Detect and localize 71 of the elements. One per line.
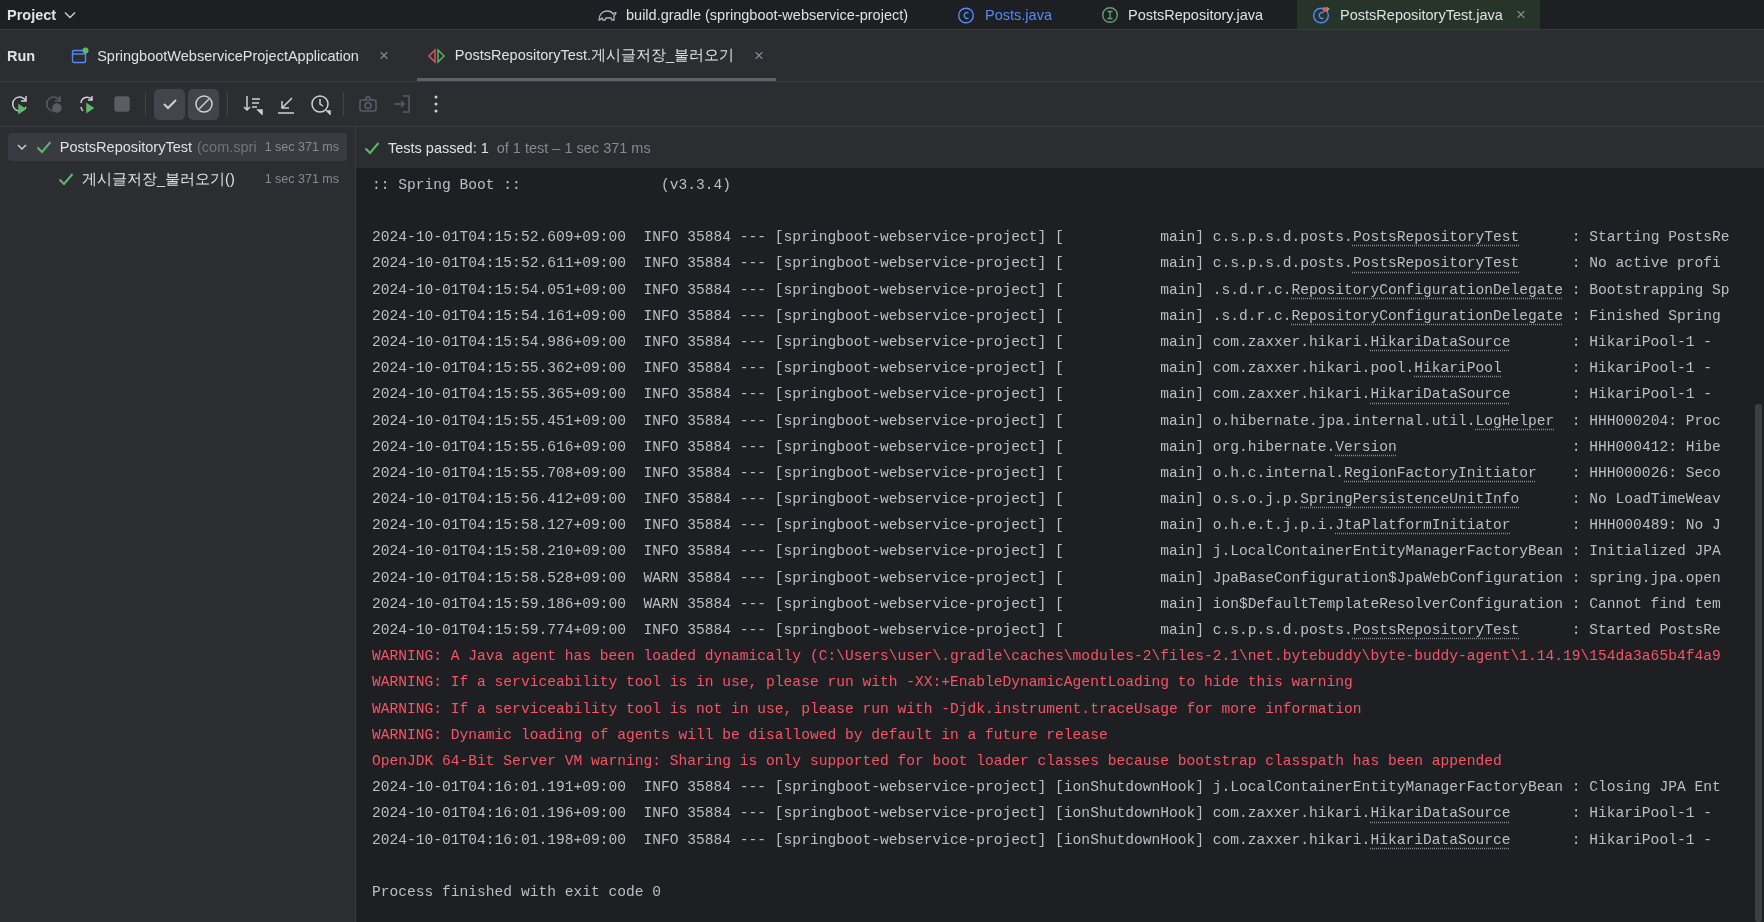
package-name: (com.spri — [197, 139, 257, 155]
log-line: 2024-10-01T04:15:59.774+09:00 INFO 35884 --- [springboot-webservice-project] [ main] c.s.p.s.d.posts.PostsRepositoryTest : Started PostsRe — [372, 621, 1721, 640]
log-line: 2024-10-01T04:15:55.365+09:00 INFO 35884 --- [springboot-webservice-project] [ main] com.zaxxer.hikari.HikariDataSource : HikariPool-1 - — [372, 385, 1712, 405]
close-icon[interactable]: × — [1515, 4, 1526, 25]
run-tab[interactable]: SpringbootWebserviceProjectApplication × — [71, 30, 401, 81]
editor-tab[interactable]: PostsRepository.java — [1086, 0, 1278, 29]
warning-line: OpenJDK 64-Bit Server VM warning: Sharing is only supported for boot loader classes because bootstrap classpath has been appended — [372, 751, 1502, 771]
duration-label: 1 sec 371 ms — [264, 140, 339, 154]
exit-line: Process finished with exit code 0 — [372, 882, 661, 902]
tree-row[interactable]: 게시글저장_불러오기() 1 sec 371 ms — [8, 165, 347, 193]
log-line: 2024-10-01T04:15:55.362+09:00 INFO 35884 --- [springboot-webservice-project] [ main] com.zaxxer.hikari.pool.HikariPool : HikariPool-1 - — [372, 359, 1712, 379]
test-class-name: PostsRepositoryTest — [59, 139, 193, 155]
log-line: 2024-10-01T04:15:58.528+09:00 WARN 35884 --- [springboot-webservice-project] [ main] JpaBaseConfiguration$JpaWebConfiguration : spring.jpa.open — [372, 568, 1721, 588]
editor-tab[interactable]: PostsRepositoryTest.java × — [1297, 0, 1540, 29]
log-line: 2024-10-01T04:15:54.051+09:00 INFO 35884 --- [springboot-webservice-project] [ main] .s.d.r.c.RepositoryConfigurationDelegate : Bootstrapping Sp — [372, 280, 1730, 300]
class-link[interactable]: PostsRepositoryTest — [1352, 255, 1520, 272]
checkmark-icon[interactable] — [154, 88, 185, 120]
status-detail: of 1 test – 1 sec 371 ms — [496, 139, 651, 156]
tree-row[interactable]: PostsRepositoryTest (com.spri 1 sec 371 ms — [8, 133, 347, 161]
warning-line: WARNING: Dynamic loading of agents will be disallowed by default in a future release — [372, 725, 1108, 745]
warning-line: WARNING: If a serviceability tool is in use, please run with -XX:+EnableDynamicAgentLoading to hide this warning — [372, 673, 1353, 693]
checkmark-icon — [58, 172, 74, 186]
banner-line: :: Spring Boot :: (v3.3.4) — [372, 176, 732, 195]
project-label[interactable]: Project — [7, 6, 57, 23]
class-link[interactable]: HikariDataSource — [1370, 386, 1511, 403]
class-link[interactable]: HikariDataSource — [1370, 333, 1511, 350]
class-link[interactable]: HikariDataSource — [1370, 831, 1511, 848]
chevron-down-icon[interactable] — [64, 10, 77, 19]
editor-tab[interactable]: Posts.java — [942, 0, 1066, 29]
warning-line: WARNING: If a serviceability tool is not in use, please run with -Djdk.instrument.traceUsage for more information — [372, 699, 1362, 719]
class-link[interactable]: SpringPersistenceUnitInfo — [1300, 491, 1520, 508]
log-line: 2024-10-01T04:16:01.198+09:00 INFO 35884 --- [springboot-webservice-project] [ionShutdownHook] com.zaxxer.hikari.HikariDataSource : HikariPool-1 - — [372, 830, 1712, 850]
class-link[interactable]: Version — [1335, 438, 1397, 455]
log-line: 2024-10-01T04:15:59.186+09:00 WARN 35884 --- [springboot-webservice-project] [ main] ion$DefaultTemplateResolverConfiguration : Cannot find tem — [372, 594, 1721, 614]
log-line: 2024-10-01T04:15:58.127+09:00 INFO 35884 --- [springboot-webservice-project] [ main] o.h.e.t.j.p.i.JtaPlatformInitiator : HHH000489: No J — [372, 516, 1721, 536]
log-line: 2024-10-01T04:15:54.986+09:00 INFO 35884 --- [springboot-webservice-project] [ main] com.zaxxer.hikari.HikariDataSource : HikariPool-1 - — [372, 332, 1712, 352]
class-link[interactable]: RepositoryConfigurationDelegate — [1291, 281, 1564, 298]
class-link[interactable]: RepositoryConfigurationDelegate — [1291, 307, 1564, 324]
tool-window-title: Run — [6, 47, 37, 64]
class-icon — [1312, 5, 1332, 24]
log-line: 2024-10-01T04:15:58.210+09:00 INFO 35884 --- [springboot-webservice-project] [ main] j.LocalContainerEntityManagerFactoryBean : Initialized JPA — [372, 542, 1721, 562]
warning-line: WARNING: A Java agent has been loaded dynamically (C:\Users\user\.gradle\caches\modules-2\files-2.1\net.bytebuddy\byte-buddy-agent\1.14.19\154da3a65b4f4a9 — [372, 647, 1721, 667]
class-link[interactable]: HikariDataSource — [1370, 805, 1511, 822]
log-line: 2024-10-01T04:16:01.191+09:00 INFO 35884 --- [springboot-webservice-project] [ionShutdownHook] j.LocalContainerEntityManagerFactoryBean : Closing JPA Ent — [372, 778, 1721, 798]
log-line: 2024-10-01T04:15:52.609+09:00 INFO 35884 --- [springboot-webservice-project] [ main] c.s.p.s.d.posts.PostsRepositoryTest : Starting PostsRe — [372, 228, 1730, 248]
app-window-icon — [71, 46, 90, 65]
status-text: Tests passed: 1 — [388, 139, 489, 156]
class-link[interactable]: JtaPlatformInitiator — [1335, 517, 1511, 534]
class-link[interactable]: HikariPool — [1414, 360, 1502, 377]
editor-tab[interactable]: build.gradle (springboot-webservice-project) — [582, 0, 923, 29]
close-icon[interactable]: × — [754, 45, 764, 66]
log-line: 2024-10-01T04:15:54.161+09:00 INFO 35884 --- [springboot-webservice-project] [ main] .s.d.r.c.RepositoryConfigurationDelegate : Finished Spring — [372, 306, 1721, 326]
duration-label: 1 sec 371 ms — [264, 172, 339, 186]
class-icon — [957, 5, 977, 24]
class-link[interactable]: PostsRepositoryTest — [1352, 622, 1520, 638]
close-icon[interactable]: × — [378, 45, 389, 66]
log-line: 2024-10-01T04:15:52.611+09:00 INFO 35884 --- [springboot-webservice-project] [ main] c.s.p.s.d.posts.PostsRepositoryTest : No active profi — [372, 254, 1721, 274]
class-link[interactable]: RegionFactoryInitiator — [1344, 464, 1537, 481]
log-line: 2024-10-01T04:15:56.412+09:00 INFO 35884 --- [springboot-webservice-project] [ main] o.s.o.j.p.SpringPersistenceUnitInfo : No LoadTimeWeav — [372, 490, 1721, 510]
log-line: 2024-10-01T04:16:01.196+09:00 INFO 35884 --- [springboot-webservice-project] [ionShutdownHook] com.zaxxer.hikari.HikariDataSource : HikariPool-1 - — [372, 804, 1712, 824]
class-link[interactable]: PostsRepositoryTest — [1352, 229, 1520, 246]
log-line: 2024-10-01T04:15:55.451+09:00 INFO 35884 --- [springboot-webservice-project] [ main] o.hibernate.jpa.internal.util.LogHelper : HHH000204: Proc — [372, 411, 1721, 431]
checkmark-icon — [35, 140, 52, 154]
log-line: 2024-10-01T04:15:55.708+09:00 INFO 35884 --- [springboot-webservice-project] [ main] o.h.c.internal.RegionFactoryInitiator : HHH000026: Seco — [372, 463, 1721, 483]
class-link[interactable]: LogHelper — [1475, 412, 1555, 429]
test-method-name: 게시글저장_불러오기() — [82, 169, 235, 189]
scrollbar-thumb[interactable] — [1755, 404, 1762, 922]
prohibited-icon[interactable] — [188, 88, 219, 120]
test-run-icon — [426, 47, 447, 64]
interface-icon — [1101, 5, 1119, 24]
log-line: 2024-10-01T04:15:55.616+09:00 INFO 35884 --- [springboot-webservice-project] [ main] org.hibernate.Version : HHH000412: Hibe — [372, 437, 1721, 457]
